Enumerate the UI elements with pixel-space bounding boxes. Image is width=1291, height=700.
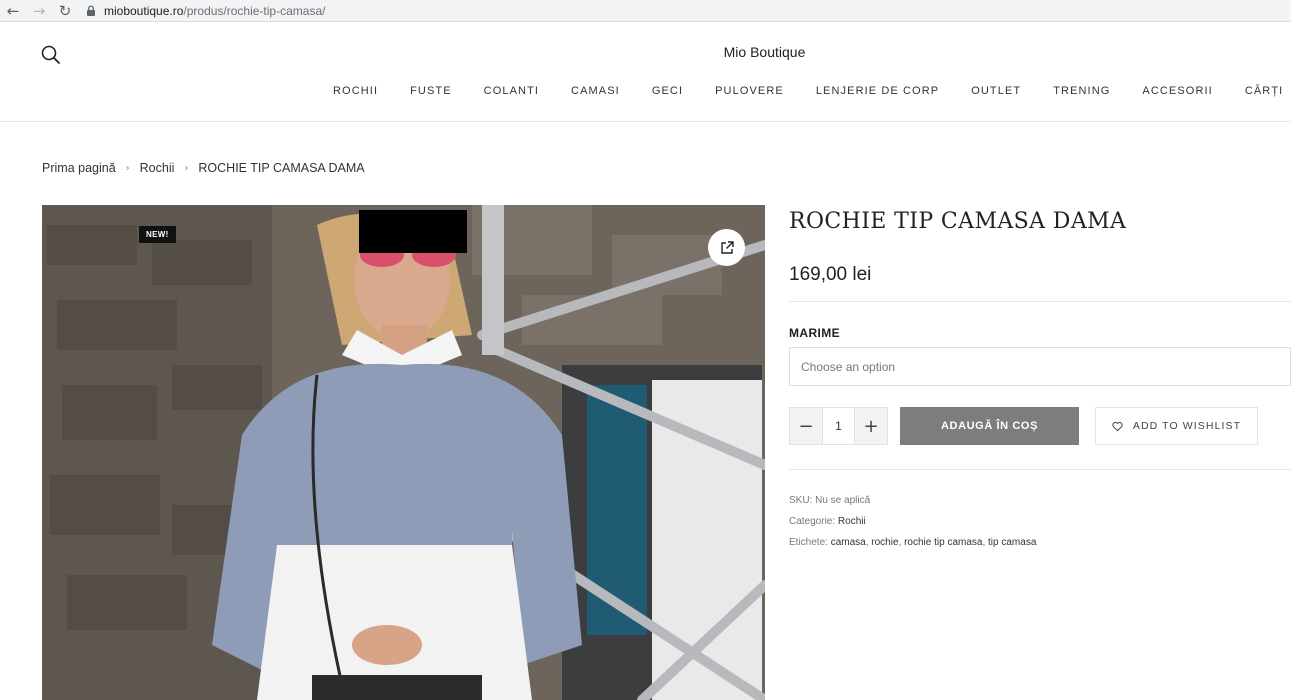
url-host: mioboutique.ro bbox=[104, 3, 184, 18]
lock-icon bbox=[84, 4, 98, 18]
nav-item-geci[interactable]: GECI bbox=[636, 85, 699, 97]
size-select[interactable]: Choose an option bbox=[789, 347, 1291, 386]
back-arrow-icon[interactable]: ← bbox=[0, 0, 26, 22]
nav-item-colanti[interactable]: COLANTI bbox=[468, 85, 555, 97]
plus-icon[interactable]: + bbox=[855, 408, 887, 444]
product-meta: SKU: Nu se aplică Categorie: Rochii Etic… bbox=[789, 490, 1291, 553]
main-nav: ROCHII FUSTE COLANTI CAMASI GECI PULOVER… bbox=[317, 85, 1291, 97]
new-badge: NEW! bbox=[139, 226, 176, 243]
quantity-stepper: − 1 + bbox=[789, 407, 888, 445]
size-label: MARIME bbox=[789, 326, 841, 340]
quantity-input[interactable]: 1 bbox=[822, 408, 855, 444]
breadcrumb: Prima pagină › Rochii › ROCHIE TIP CAMAS… bbox=[42, 161, 365, 175]
add-to-cart-button[interactable]: ADAUGĂ ÎN COȘ bbox=[900, 407, 1079, 445]
tag-link[interactable]: camasa bbox=[831, 537, 866, 548]
size-select-placeholder: Choose an option bbox=[801, 359, 896, 374]
tag-link[interactable]: rochie tip camasa bbox=[904, 537, 982, 548]
breadcrumb-home[interactable]: Prima pagină bbox=[42, 161, 116, 175]
add-to-wishlist-button[interactable]: ADD TO WISHLIST bbox=[1095, 407, 1258, 445]
minus-icon[interactable]: − bbox=[790, 408, 822, 444]
tags-label: Etichete: bbox=[789, 537, 828, 548]
site-title[interactable]: Mio Boutique bbox=[0, 44, 1291, 60]
product-price: 169,00 lei bbox=[789, 264, 872, 285]
site-header: Mio Boutique ROCHII FUSTE COLANTI CAMASI… bbox=[0, 23, 1291, 122]
divider bbox=[789, 301, 1291, 302]
nav-item-rochii[interactable]: ROCHII bbox=[317, 85, 394, 97]
tags-line: Etichete: camasa, rochie, rochie tip cam… bbox=[789, 537, 1037, 548]
sku-value: Nu se aplică bbox=[815, 495, 871, 506]
breadcrumb-category[interactable]: Rochii bbox=[140, 161, 175, 175]
sku-label: SKU: bbox=[789, 495, 813, 506]
category-label: Categorie: bbox=[789, 516, 836, 527]
reload-icon[interactable]: ↻ bbox=[52, 0, 78, 22]
tag-link[interactable]: tip camasa bbox=[988, 537, 1036, 548]
url-path: /produs/rochie-tip-camasa/ bbox=[183, 3, 326, 18]
breadcrumb-current: ROCHIE TIP CAMASA DAMA bbox=[198, 161, 365, 175]
nav-item-lenjerie[interactable]: LENJERIE DE CORP bbox=[800, 85, 955, 97]
external-link-icon bbox=[719, 240, 735, 256]
product-image[interactable]: NEW! bbox=[42, 205, 765, 700]
nav-item-trening[interactable]: TRENING bbox=[1037, 85, 1126, 97]
product-title: ROCHIE TIP CAMASA DAMA bbox=[789, 209, 1127, 234]
address-bar[interactable]: mioboutique.ro/produs/rochie-tip-camasa/ bbox=[84, 0, 325, 22]
nav-item-pulovere[interactable]: PULOVERE bbox=[699, 85, 800, 97]
product-summary: ROCHIE TIP CAMASA DAMA 169,00 lei MARIME… bbox=[789, 205, 1291, 553]
nav-item-camasi[interactable]: CAMASI bbox=[555, 85, 636, 97]
divider bbox=[789, 469, 1291, 470]
chevron-right-icon: › bbox=[125, 162, 130, 174]
sku-line: SKU: Nu se aplică bbox=[789, 490, 1291, 511]
cart-row: − 1 + ADAUGĂ ÎN COȘ ADD TO WISHLIST bbox=[789, 407, 1291, 445]
nav-item-outlet[interactable]: OUTLET bbox=[955, 85, 1037, 97]
heart-icon bbox=[1112, 421, 1123, 432]
browser-toolbar: ← → ↻ mioboutique.ro/produs/rochie-tip-c… bbox=[0, 0, 1291, 22]
forward-arrow-icon[interactable]: → bbox=[26, 0, 52, 22]
product-photo bbox=[42, 205, 765, 700]
nav-item-fuste[interactable]: FUSTE bbox=[394, 85, 468, 97]
chevron-right-icon: › bbox=[184, 162, 189, 174]
wishlist-label: ADD TO WISHLIST bbox=[1132, 420, 1242, 432]
category-link[interactable]: Rochii bbox=[838, 516, 866, 527]
tag-link[interactable]: rochie bbox=[871, 537, 898, 548]
expand-image-button[interactable] bbox=[708, 229, 745, 266]
nav-item-accesorii[interactable]: ACCESORII bbox=[1126, 85, 1228, 97]
category-line: Categorie: Rochii bbox=[789, 511, 1291, 532]
nav-item-carti[interactable]: CĂRȚI bbox=[1229, 85, 1291, 97]
